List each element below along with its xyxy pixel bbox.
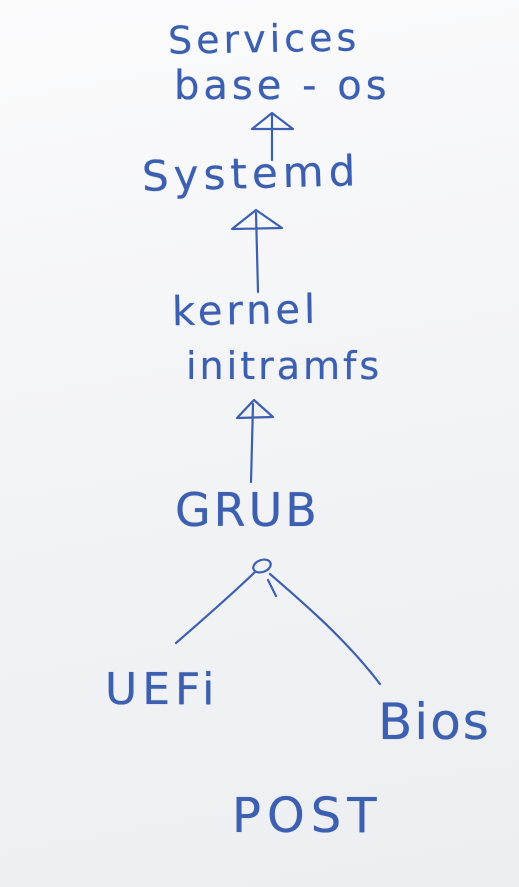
node-initramfs: initramfs: [186, 344, 383, 388]
node-kernel: kernel: [171, 286, 320, 336]
fork-tick: [266, 578, 278, 598]
arrow-grub-to-initramfs: [235, 398, 275, 484]
node-post: POST: [232, 788, 383, 844]
node-grub: GRUB: [175, 483, 320, 537]
branch-grub-to-uefi: [174, 570, 257, 645]
arrow-kernel-to-systemd: [230, 208, 284, 294]
branch-grub-to-bios: [268, 572, 382, 686]
node-uefi: UEFi: [105, 664, 220, 715]
node-bios: Bios: [378, 693, 491, 751]
node-systemd: Systemd: [141, 146, 361, 201]
node-base-os: base - os: [174, 63, 391, 109]
node-services: Services: [167, 15, 361, 63]
whiteboard: Services base - os Systemd kernel initra…: [0, 0, 519, 887]
diagram-connectors: [174, 111, 382, 686]
